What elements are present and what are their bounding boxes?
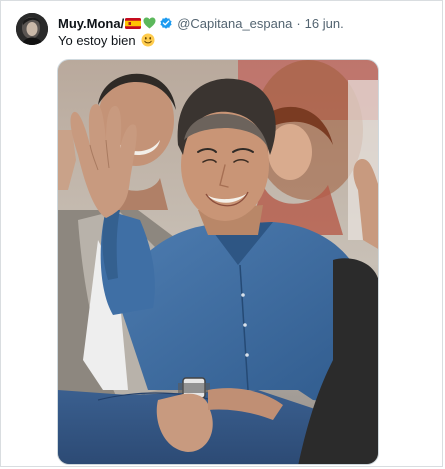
tweet-date[interactable]: 16 jun. <box>305 16 344 31</box>
slightly-smiling-face-emoji <box>141 33 155 47</box>
tweet-header: Muy.Mona/ @Capitana_espana · 16 jun. <box>58 14 344 32</box>
display-name[interactable]: Muy.Mona/ <box>58 16 124 31</box>
tweet-media-photo[interactable] <box>57 59 379 465</box>
avatar[interactable] <box>16 13 48 45</box>
tweet-text-content: Yo estoy bien <box>58 33 136 48</box>
verified-badge-icon[interactable] <box>159 16 173 30</box>
photo-illustration <box>58 60 378 464</box>
header-separator: · <box>296 15 301 31</box>
spain-flag-emoji <box>125 17 142 29</box>
tweet-text: Yo estoy bien <box>58 33 155 49</box>
green-heart-emoji <box>143 17 156 29</box>
user-handle[interactable]: @Capitana_espana <box>177 16 292 31</box>
tweet[interactable]: Muy.Mona/ @Capitana_espana · 16 jun. Yo … <box>0 0 445 469</box>
avatar-image <box>16 13 48 45</box>
